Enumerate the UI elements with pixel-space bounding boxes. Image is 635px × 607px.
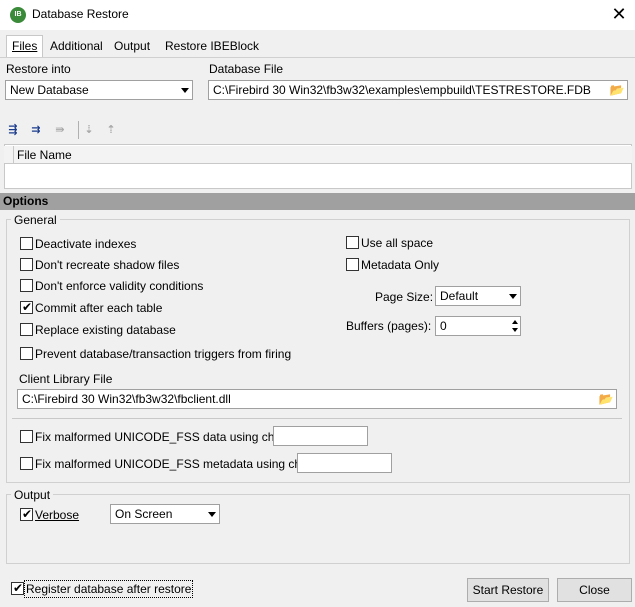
buffers-label: Buffers (pages): — [346, 319, 432, 333]
checkmark-icon: ✔ — [22, 507, 33, 521]
restore-into-select[interactable]: New Database — [5, 80, 193, 100]
deactivate-indexes-label: Deactivate indexes — [35, 237, 137, 251]
replace-existing-database-label: Replace existing database — [35, 323, 176, 337]
tab-files[interactable]: Files — [6, 35, 44, 57]
spin-up-icon[interactable] — [512, 320, 518, 324]
dont-enforce-validity-checkbox[interactable] — [20, 279, 33, 292]
register-database-label: Register database after restore — [23, 580, 194, 598]
metadata-only-checkbox[interactable] — [346, 258, 359, 271]
tab-output[interactable]: Output — [109, 36, 155, 56]
page-size-label: Page Size: — [375, 290, 434, 304]
add-file-icon[interactable]: ⇶ — [3, 122, 23, 138]
chevron-down-icon — [208, 512, 216, 517]
fix-metadata-charset-label: Fix malformed UNICODE_FSS metadata using… — [35, 457, 328, 471]
client-library-label: Client Library File — [19, 372, 113, 386]
checkmark-icon: ✔ — [13, 581, 24, 595]
general-group-title: General — [11, 213, 60, 227]
chevron-down-icon — [181, 88, 189, 93]
close-button[interactable]: Close — [557, 578, 632, 602]
buffers-value: 0 — [440, 319, 447, 333]
prevent-triggers-checkbox[interactable] — [20, 347, 33, 360]
database-file-value: C:\Firebird 30 Win32\fb3w32\examples\emp… — [213, 83, 591, 97]
delete-file-icon[interactable]: ⇛ — [50, 122, 70, 138]
open-folder-icon[interactable]: 📂 — [598, 391, 614, 407]
metadata-only-label: Metadata Only — [361, 258, 440, 272]
database-file-input[interactable]: C:\Firebird 30 Win32\fb3w32\examples\emp… — [208, 80, 628, 100]
tab-additional[interactable]: Additional — [45, 36, 108, 56]
deactivate-indexes-checkbox[interactable] — [20, 237, 33, 250]
output-group — [6, 494, 630, 564]
fix-metadata-charset-checkbox[interactable] — [20, 457, 33, 470]
restore-into-label: Restore into — [6, 62, 71, 76]
window-title: Database Restore — [32, 7, 129, 21]
file-grid-indicator — [4, 146, 14, 164]
dont-enforce-validity-label: Don't enforce validity conditions — [35, 279, 204, 293]
database-file-label: Database File — [209, 62, 284, 76]
verbose-checkbox[interactable]: ✔ — [20, 507, 33, 521]
restore-into-value: New Database — [10, 83, 89, 97]
insert-file-icon[interactable]: ⇉ — [26, 122, 46, 138]
client-library-input[interactable]: C:\Firebird 30 Win32\fb3w32\fbclient.dll… — [17, 389, 617, 409]
client-library-value: C:\Firebird 30 Win32\fb3w32\fbclient.dll — [22, 392, 231, 406]
output-group-title: Output — [11, 488, 54, 502]
spin-down-icon[interactable] — [512, 328, 518, 332]
commit-after-each-table-checkbox[interactable]: ✔ — [20, 300, 33, 314]
verbose-target-value: On Screen — [115, 507, 173, 521]
fix-data-charset-checkbox[interactable] — [20, 430, 33, 443]
fix-data-charset-input[interactable] — [273, 426, 368, 446]
dont-recreate-shadow-label: Don't recreate shadow files — [35, 258, 180, 272]
prevent-triggers-label: Prevent database/transaction triggers fr… — [35, 347, 292, 361]
commit-after-each-table-label: Commit after each table — [35, 301, 163, 315]
checkmark-icon: ✔ — [22, 300, 33, 314]
verbose-label: Verbose — [35, 508, 80, 522]
page-size-value: Default — [440, 289, 479, 303]
buffers-spinner[interactable]: 0 — [435, 316, 521, 336]
fix-metadata-charset-input[interactable] — [297, 453, 392, 473]
page-size-select[interactable]: Default — [435, 286, 521, 306]
fix-data-charset-label: Fix malformed UNICODE_FSS data using cha… — [35, 430, 302, 444]
close-window-button[interactable]: ✕ — [604, 2, 634, 28]
move-down-icon[interactable]: ⇣ — [79, 122, 99, 138]
register-database-checkbox[interactable]: ✔ — [11, 581, 24, 595]
app-logo-icon: IB — [10, 7, 26, 23]
replace-existing-database-checkbox[interactable] — [20, 323, 33, 336]
open-folder-icon[interactable]: 📂 — [609, 82, 625, 98]
use-all-space-checkbox[interactable] — [346, 236, 359, 249]
section-divider — [12, 418, 622, 419]
dont-recreate-shadow-checkbox[interactable] — [20, 258, 33, 271]
start-restore-button[interactable]: Start Restore — [467, 578, 549, 602]
move-up-icon[interactable]: ⇡ — [101, 122, 121, 138]
file-name-column-header[interactable]: File Name — [17, 148, 72, 162]
use-all-space-label: Use all space — [361, 236, 434, 250]
tab-restore-ibeblock[interactable]: Restore IBEBlock — [160, 36, 264, 56]
options-header: Options — [0, 193, 635, 210]
file-grid-header — [4, 146, 632, 164]
chevron-down-icon — [509, 294, 517, 299]
verbose-target-select[interactable]: On Screen — [110, 504, 220, 524]
